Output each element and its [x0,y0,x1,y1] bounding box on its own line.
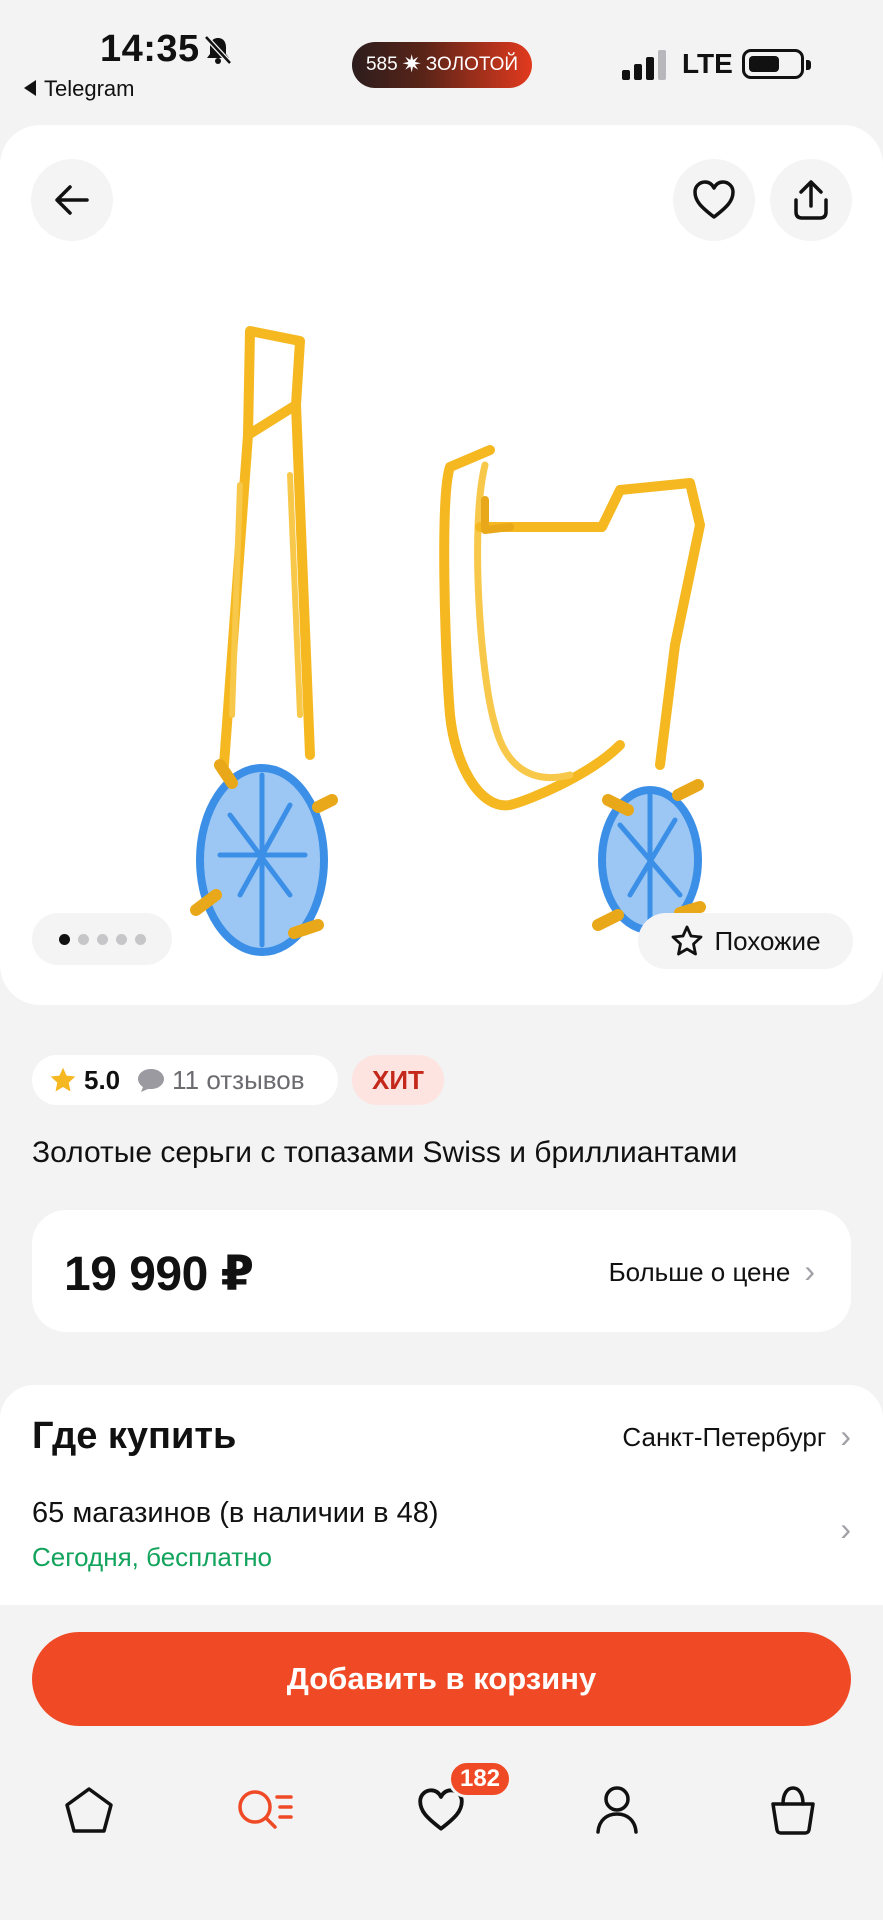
comment-icon [138,1069,165,1092]
gallery-dot [96,933,108,945]
nav-home[interactable] [54,1775,124,1845]
back-triangle-icon [24,80,36,97]
brand-number: 585 [365,54,398,75]
city-selector[interactable]: Санкт-Петербург › [622,1418,851,1454]
signal-icon [622,50,666,80]
clock: 14:35 [100,28,200,70]
chevron-right-icon[interactable]: › [840,1513,851,1545]
heart-icon [693,180,735,219]
battery-icon [742,49,811,79]
star-outline-icon [672,925,703,956]
shopping-bag-icon [771,1786,815,1835]
product-image [190,326,706,956]
user-icon [596,1786,638,1834]
brand-pill[interactable]: 585 ✷ ЗОЛОТОЙ [352,42,532,88]
share-button[interactable] [770,159,852,241]
add-to-cart-button[interactable]: Добавить в корзину [32,1632,851,1726]
back-button[interactable] [31,159,113,241]
rating-pill[interactable]: 5.0 11 отзывов [32,1055,338,1105]
sparkle-icon: ✷ [401,51,422,78]
network-type: LTE [682,48,733,79]
reviews-count: 11 отзывов [172,1064,305,1095]
back-app-label: Telegram [44,76,135,101]
bottom-navigation: 182 [0,1740,883,1920]
status-bar: 14:35 Telegram 585 ✷ ЗОЛОТОЙ LTE [0,0,883,120]
gallery-dot [115,933,127,945]
brand-name: ЗОЛОТОЙ [425,54,519,75]
delivery-info: Сегодня, бесплатно [32,1542,273,1572]
share-icon [794,180,828,220]
rating-value: 5.0 [84,1064,121,1095]
price-card[interactable]: 19 990 ₽ Больше о цене › [32,1210,851,1332]
gallery-dot [134,933,146,945]
nav-cart[interactable] [758,1775,828,1845]
favorite-button[interactable] [673,159,755,241]
similar-label: Похожие [714,925,821,956]
favorites-count-badge: 182 [448,1760,512,1798]
gallery-dot [77,933,89,945]
price-details-link[interactable]: Больше о цене › [608,1253,815,1289]
search-catalog-icon [238,1790,293,1829]
chevron-right-icon: › [840,1418,851,1454]
product-gallery[interactable]: Похожие [0,125,883,1005]
chevron-right-icon: › [804,1253,815,1289]
price-value: 19 990 ₽ [64,1248,254,1301]
hit-badge: ХИТ [352,1055,444,1105]
gallery-pagination [32,913,172,965]
city-name: Санкт-Петербург [622,1421,827,1452]
arrow-left-icon [55,185,89,215]
price-details-label: Больше о цене [608,1256,791,1287]
similar-button[interactable]: Похожие [638,913,853,969]
star-filled-icon [50,1067,76,1092]
home-icon [65,1787,113,1833]
gallery-dot [58,933,70,945]
product-title: Золотые серьги с топазами Swiss и брилли… [32,1136,738,1169]
nav-profile[interactable] [582,1775,652,1845]
where-to-buy-section: Где купить Санкт-Петербург › 65 магазино… [0,1385,883,1605]
bell-mute-icon [204,35,232,65]
stores-availability[interactable]: 65 магазинов (в наличии в 48) [32,1497,439,1530]
where-to-buy-title: Где купить [32,1415,237,1457]
back-to-app-link[interactable]: Telegram [24,76,134,102]
nav-catalog[interactable] [230,1775,300,1845]
